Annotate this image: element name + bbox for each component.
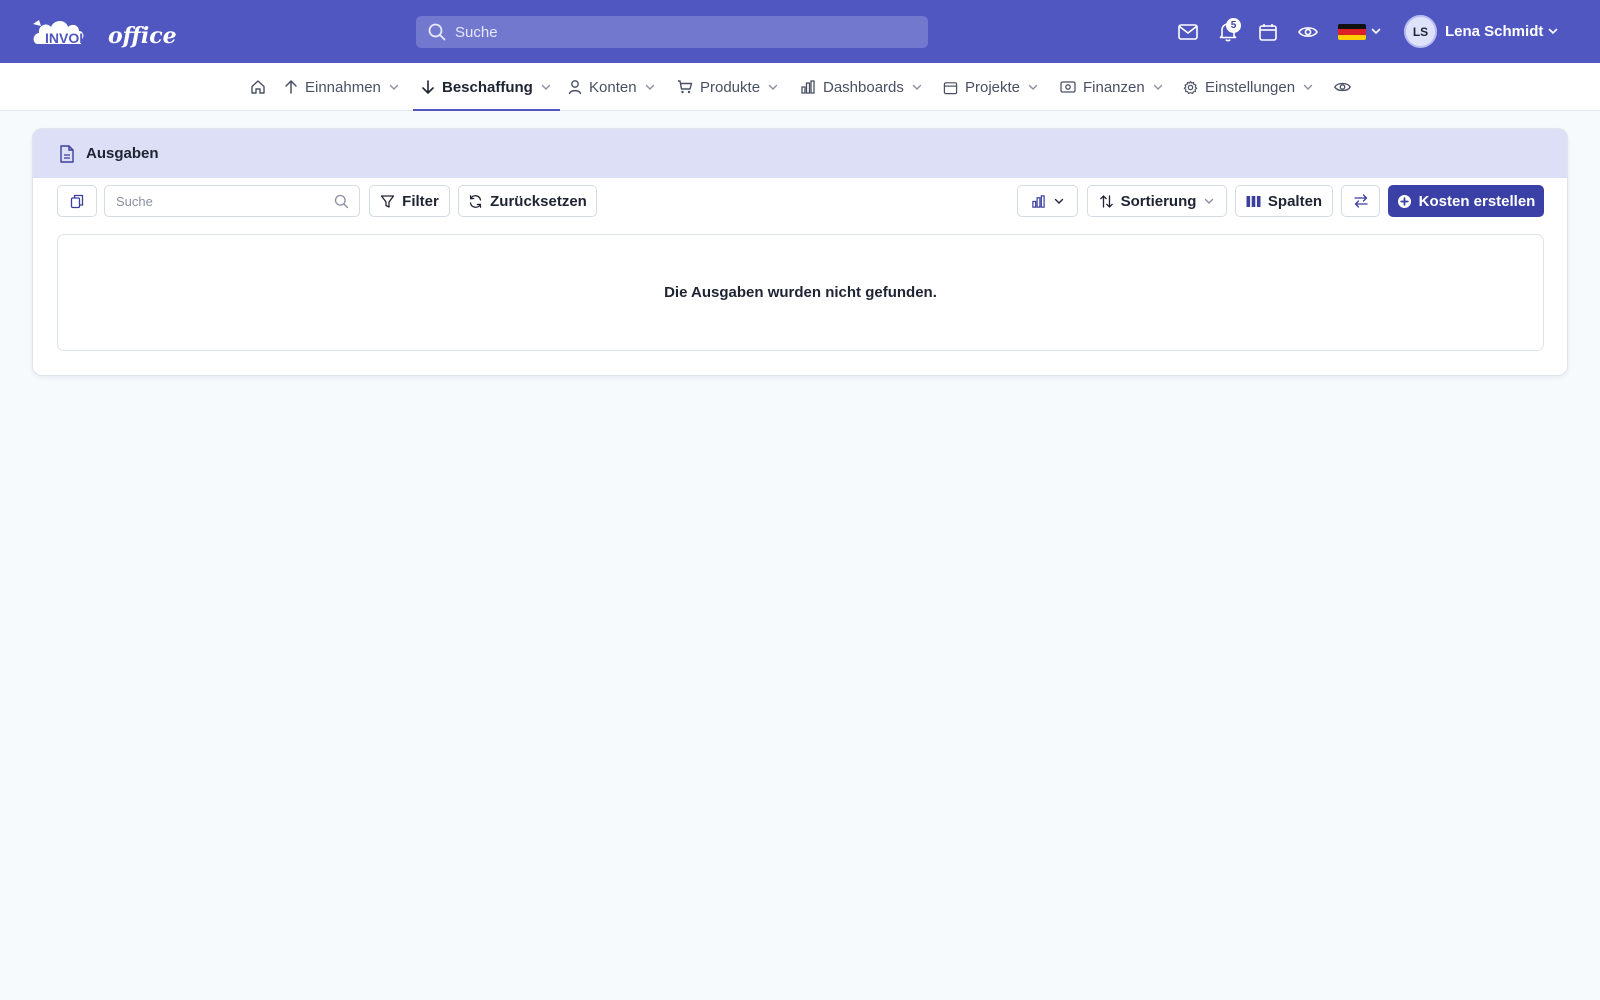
- chevron-down-icon: [1028, 84, 1038, 90]
- chevron-down-icon: [912, 84, 922, 90]
- nav-eye[interactable]: [1334, 63, 1351, 111]
- money-icon: [1060, 81, 1076, 93]
- filter-button[interactable]: Filter: [369, 185, 450, 217]
- nav-label: Einstellungen: [1205, 78, 1296, 96]
- eye-icon: [1334, 82, 1351, 92]
- user-icon: [568, 80, 582, 95]
- copy-button[interactable]: [57, 185, 97, 217]
- chevron-down-icon: [1205, 198, 1214, 204]
- nav-home[interactable]: [250, 63, 266, 111]
- chevron-down-icon: [768, 84, 778, 90]
- notification-count-badge: 5: [1226, 18, 1241, 33]
- columns-label: Spalten: [1267, 192, 1323, 210]
- invoice-office-logo[interactable]: INVOICE office: [32, 14, 177, 50]
- bar-chart-icon: [1031, 194, 1045, 208]
- nav-einnahmen[interactable]: Einnahmen: [284, 63, 400, 111]
- nav-label: Dashboards: [823, 78, 904, 96]
- filter-icon: [381, 194, 395, 208]
- card-header: Ausgaben: [33, 129, 1567, 178]
- chevron-down-icon: [1054, 198, 1063, 204]
- plus-circle-icon: [1397, 194, 1411, 208]
- swap-arrows-icon: [1353, 194, 1368, 208]
- nav-projekte[interactable]: Projekte: [943, 63, 1039, 111]
- calendar-icon: [943, 81, 958, 94]
- nav-einstellungen[interactable]: Einstellungen: [1183, 63, 1314, 111]
- nav-dashboards[interactable]: Dashboards: [800, 63, 923, 111]
- global-search[interactable]: Suche: [416, 16, 928, 48]
- arrow-down-icon: [422, 80, 434, 95]
- sort-icon: [1099, 194, 1113, 208]
- reset-button[interactable]: Zurücksetzen: [458, 185, 597, 217]
- nav-beschaffung[interactable]: Beschaffung: [413, 63, 560, 111]
- columns-button[interactable]: Spalten: [1235, 185, 1333, 217]
- cart-icon: [678, 80, 693, 94]
- arrow-up-icon: [285, 79, 297, 94]
- sort-label: Sortierung: [1120, 192, 1197, 210]
- create-expense-label: Kosten erstellen: [1418, 192, 1536, 210]
- chevron-down-icon: [541, 84, 551, 90]
- top-bar: INVOICE office Suche 5 LS Lena Schmidt: [0, 0, 1600, 63]
- calendar-icon[interactable]: [1256, 20, 1280, 44]
- nav-label: Einnahmen: [305, 78, 381, 96]
- global-search-placeholder: Suche: [455, 23, 498, 41]
- chevron-down-icon: [645, 84, 654, 90]
- user-avatar[interactable]: LS: [1404, 15, 1437, 48]
- mail-icon[interactable]: [1176, 20, 1200, 44]
- columns-icon: [1246, 195, 1261, 207]
- nav-label: Konten: [589, 78, 637, 96]
- chevron-down-icon[interactable]: [1370, 25, 1382, 37]
- search-icon: [334, 194, 349, 209]
- eye-icon[interactable]: [1296, 20, 1320, 44]
- page-title: Ausgaben: [86, 145, 159, 162]
- search-input[interactable]: [105, 186, 359, 216]
- empty-state-message: Die Ausgaben wurden nicht gefunden.: [664, 284, 937, 301]
- user-name[interactable]: Lena Schmidt: [1445, 23, 1543, 40]
- svg-text:INVOICE: INVOICE: [45, 30, 103, 46]
- bar-chart-icon: [801, 80, 815, 94]
- chevron-down-icon: [1303, 84, 1313, 90]
- search-icon: [428, 23, 446, 41]
- reset-label: Zurücksetzen: [490, 192, 587, 210]
- chevron-down-icon: [1153, 84, 1162, 90]
- sort-dropdown[interactable]: Sortierung: [1087, 185, 1227, 217]
- empty-state: Die Ausgaben wurden nicht gefunden.: [57, 234, 1544, 351]
- create-expense-button[interactable]: Kosten erstellen: [1388, 185, 1544, 217]
- gear-icon: [1183, 80, 1198, 94]
- language-flag-de[interactable]: [1338, 24, 1366, 40]
- expenses-search-field[interactable]: [104, 185, 360, 217]
- swap-button[interactable]: [1341, 185, 1380, 217]
- chevron-down-icon[interactable]: [1547, 25, 1559, 37]
- refresh-icon: [469, 194, 482, 208]
- filter-label: Filter: [402, 192, 439, 210]
- nav-produkte[interactable]: Produkte: [677, 63, 779, 111]
- copy-icon: [70, 194, 84, 208]
- chevron-down-icon: [389, 84, 399, 90]
- nav-label: Projekte: [965, 78, 1021, 96]
- main-nav: Einnahmen Beschaffung Konten Produkte Da…: [0, 63, 1600, 111]
- nav-label: Finanzen: [1083, 78, 1145, 96]
- svg-text:office: office: [108, 23, 177, 49]
- nav-label: Produkte: [700, 78, 761, 96]
- chart-view-dropdown[interactable]: [1017, 185, 1078, 217]
- document-icon: [60, 144, 74, 163]
- nav-finanzen[interactable]: Finanzen: [1060, 63, 1164, 111]
- nav-label: Beschaffung: [442, 78, 533, 96]
- nav-konten[interactable]: Konten: [568, 63, 656, 111]
- home-icon: [251, 80, 265, 94]
